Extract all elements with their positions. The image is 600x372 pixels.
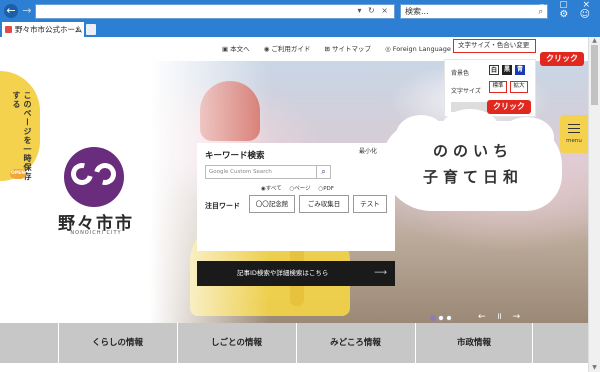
vertical-scrollbar[interactable]: ▲ ▼ xyxy=(588,37,600,372)
click-callout: クリック xyxy=(487,100,531,114)
document-icon: ▣ xyxy=(222,45,229,53)
keyword-chip[interactable]: ごみ収集日 xyxy=(299,195,349,213)
size-standard-button[interactable]: 標準 xyxy=(489,81,507,93)
nav-label: ご利用ガイド xyxy=(271,45,311,53)
open-badge[interactable]: OPEN xyxy=(10,169,26,179)
emblem-curl xyxy=(89,158,121,190)
browser-search-placeholder: 検索... xyxy=(405,7,429,16)
nav-usage-guide[interactable]: ◉ ご利用ガイド xyxy=(264,45,311,53)
search-input[interactable]: Google Custom Search xyxy=(205,165,317,179)
save-page-tab[interactable]: このページを一時保存する OPEN xyxy=(0,71,40,181)
slide-dot[interactable] xyxy=(430,315,436,321)
menu-city-admin-info[interactable]: 市政情報 xyxy=(415,323,533,363)
main-menu: くらしの情報 しごとの情報 みどころ情報 市政情報 xyxy=(0,323,588,363)
text-size-color-button[interactable]: 文字サイズ・色合い変更 xyxy=(453,39,536,53)
menu-work-info[interactable]: しごとの情報 xyxy=(177,323,295,363)
radio-pdf[interactable]: ○PDF xyxy=(318,186,334,192)
hamburger-icon xyxy=(568,124,580,133)
nav-label: 本文へ xyxy=(230,45,250,53)
nav-foreign-language[interactable]: ◎ Foreign Language xyxy=(385,45,451,53)
save-page-label: このページを一時保存する xyxy=(12,91,32,181)
nav-skip-to-content[interactable]: ▣ 本文へ xyxy=(222,45,250,53)
new-tab-button[interactable] xyxy=(86,24,96,35)
minimize-button[interactable]: 最小化 xyxy=(359,146,377,155)
utility-nav: ▣ 本文へ ◉ ご利用ガイド ⊞ サイトマップ ◎ Foreign Language xyxy=(222,43,463,57)
scroll-up-icon[interactable]: ▲ xyxy=(590,37,599,45)
bg-blue-button[interactable]: 青 xyxy=(515,65,525,75)
emblem-curl xyxy=(66,158,98,190)
tab-row: 野々市市公式ホームページ × xyxy=(0,22,600,49)
slogan-line-2: 子育て日和 xyxy=(422,168,523,186)
bg-color-label: 背景色 xyxy=(451,70,470,77)
slogan-line-1: ののいち xyxy=(432,142,513,160)
size-large-button[interactable]: 拡大 xyxy=(510,81,528,93)
keyword-search-box: キーワード検索 最小化 Google Custom Search ⌕ ◉すべて … xyxy=(197,143,395,251)
slide-dot[interactable] xyxy=(446,315,452,321)
menu-button[interactable]: menu xyxy=(560,115,588,153)
browser-chrome: ← → ▾ ↻ × 検索... ⌕ – ▢ × ⌂ ☆ ⚙ ☺ 野々市市公式ホー… xyxy=(0,0,600,49)
text-size-label: 文字サイズ xyxy=(451,88,481,95)
city-name-romaji: NONOICHI CITY xyxy=(70,230,122,236)
web-page: ▣ 本文へ ◉ ご利用ガイド ⊞ サイトマップ ◎ Foreign Language 文… xyxy=(0,37,588,372)
menu-sightseeing-info[interactable]: みどころ情報 xyxy=(296,323,414,363)
search-icon[interactable]: ⌕ xyxy=(317,165,331,179)
keyword-chip[interactable]: テスト xyxy=(353,195,387,213)
menu-label: menu xyxy=(566,138,582,144)
nav-sitemap[interactable]: ⊞ サイトマップ xyxy=(324,45,370,53)
guide-icon: ◉ xyxy=(263,45,270,53)
slider-controls[interactable]: ← ॥ → xyxy=(478,309,524,322)
sitemap-icon: ⊞ xyxy=(324,45,330,53)
bg-black-button[interactable]: 黒 xyxy=(502,65,512,75)
attention-words-label: 注目ワード xyxy=(205,202,240,210)
advanced-search-link[interactable]: 記事ID検索や詳細検索はこちら ⟶ xyxy=(197,261,395,286)
address-bar[interactable]: ▾ ↻ × xyxy=(35,4,395,19)
keyword-search-title: キーワード検索 xyxy=(205,151,265,161)
globe-icon: ◎ xyxy=(385,45,391,53)
keyword-chip[interactable]: 〇〇記念館 xyxy=(249,195,295,213)
arrow-right-icon: ⟶ xyxy=(374,268,387,278)
nav-label: サイトマップ xyxy=(331,45,371,53)
menu-living-info[interactable]: くらしの情報 xyxy=(58,323,176,363)
toolbar-icons[interactable]: ⌂ ☆ ⚙ ☺ xyxy=(522,9,594,20)
address-controls[interactable]: ▾ ↻ × xyxy=(357,6,390,15)
scroll-thumb[interactable] xyxy=(591,45,598,105)
forward-arrow-icon[interactable]: → xyxy=(20,4,34,18)
nav-label: Foreign Language xyxy=(392,45,451,53)
radio-all[interactable]: ◉すべて xyxy=(261,186,282,192)
advanced-search-label: 記事ID検索や詳細検索はこちら xyxy=(237,269,329,277)
scroll-down-icon[interactable]: ▼ xyxy=(590,364,599,372)
favicon-icon xyxy=(5,26,12,33)
back-arrow-icon[interactable]: ← xyxy=(4,4,18,18)
city-emblem-icon[interactable] xyxy=(64,147,124,207)
click-callout: クリック xyxy=(540,52,584,66)
slide-dot[interactable] xyxy=(438,315,444,321)
tab-current[interactable]: 野々市市公式ホームページ × xyxy=(2,22,84,49)
close-tab-icon[interactable]: × xyxy=(75,22,81,37)
bg-white-button[interactable]: 白 xyxy=(489,65,499,75)
search-scope-radios[interactable]: ◉すべて ○ページ ○PDF xyxy=(261,184,340,192)
radio-page[interactable]: ○ページ xyxy=(289,186,310,192)
